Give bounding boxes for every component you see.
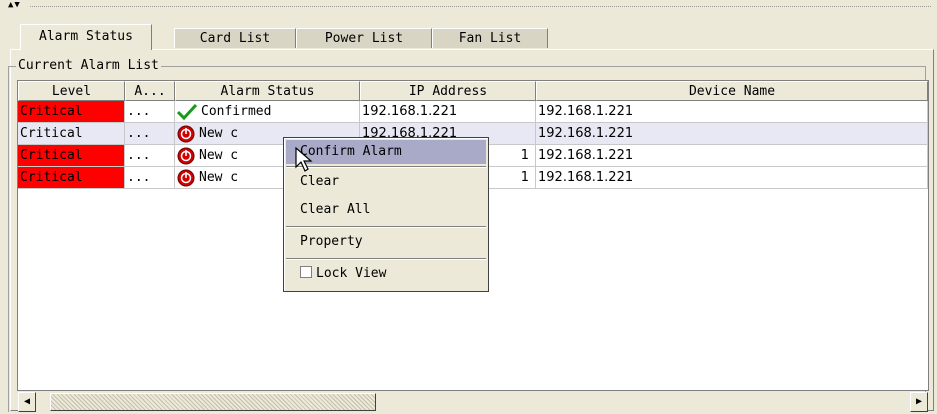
menu-separator — [286, 166, 486, 168]
context-menu: Confirm Alarm Clear Clear All Property L… — [283, 137, 489, 292]
level-cell: Critical — [18, 101, 125, 123]
group-title: Current Alarm List — [16, 58, 161, 73]
alarm-red-icon — [177, 147, 195, 164]
tab-card-list[interactable]: Card List — [174, 28, 296, 48]
alarm-status-text: New c — [199, 170, 239, 185]
device-name-cell: 192.168.1.221 — [536, 123, 928, 145]
ip-address-cell: 192.168.1.221 — [360, 101, 536, 123]
menu-item-clear[interactable]: Clear — [286, 170, 486, 194]
column-header-alarm-status[interactable]: Alarm Status — [175, 81, 360, 101]
menu-item-confirm-alarm[interactable]: Confirm Alarm — [286, 140, 486, 164]
a-cell: ... — [125, 101, 175, 123]
top-strip: ▲▼ — [0, 0, 937, 16]
mouse-pointer-icon — [295, 147, 313, 172]
table-row[interactable]: Critical ... Confirmed 192.168.1.221 192… — [18, 101, 928, 123]
lock-view-checkbox[interactable] — [300, 266, 312, 278]
alarm-status-text: Confirmed — [201, 104, 272, 119]
menu-separator — [286, 226, 486, 228]
check-icon — [177, 103, 197, 120]
table-header: Level A... Alarm Status IP Address Devic… — [18, 81, 928, 101]
alarm-red-icon — [177, 125, 195, 142]
a-cell: ... — [125, 167, 175, 189]
tab-alarm-status[interactable]: Alarm Status — [20, 24, 152, 50]
menu-separator — [286, 258, 486, 260]
lock-view-label: Lock View — [316, 266, 387, 281]
horizontal-scrollbar[interactable]: ◀ ▶ — [18, 392, 928, 412]
tab-power-list[interactable]: Power List — [296, 28, 432, 48]
alarm-status-text: New c — [199, 148, 239, 163]
a-cell: ... — [125, 145, 175, 167]
column-header-a[interactable]: A... — [125, 81, 175, 101]
arrow-right-icon[interactable]: ▶ — [910, 392, 928, 412]
level-cell: Critical — [18, 167, 125, 189]
device-name-cell: 192.168.1.221 — [536, 167, 928, 189]
scroll-thumb[interactable] — [50, 393, 376, 411]
top-divider — [30, 6, 931, 7]
alarm-red-icon — [177, 169, 195, 186]
arrow-left-icon[interactable]: ◀ — [18, 392, 36, 412]
device-name-cell: 192.168.1.221 — [536, 101, 928, 123]
tab-fan-list[interactable]: Fan List — [432, 28, 548, 48]
level-cell: Critical — [18, 145, 125, 167]
device-name-cell: 192.168.1.221 — [536, 145, 928, 167]
menu-item-property[interactable]: Property — [286, 230, 486, 254]
alarm-status-text: New c — [199, 126, 239, 141]
collapse-arrows-icon[interactable]: ▲▼ — [8, 1, 21, 10]
alarm-status-cell: Confirmed — [175, 101, 360, 123]
column-header-device-name[interactable]: Device Name — [536, 81, 928, 101]
a-cell: ... — [125, 123, 175, 145]
column-header-level[interactable]: Level — [18, 81, 125, 101]
level-cell: Critical — [18, 123, 125, 145]
menu-item-lock-view[interactable]: Lock View — [286, 262, 486, 286]
menu-item-clear-all[interactable]: Clear All — [286, 198, 486, 222]
column-header-ip-address[interactable]: IP Address — [360, 81, 536, 101]
